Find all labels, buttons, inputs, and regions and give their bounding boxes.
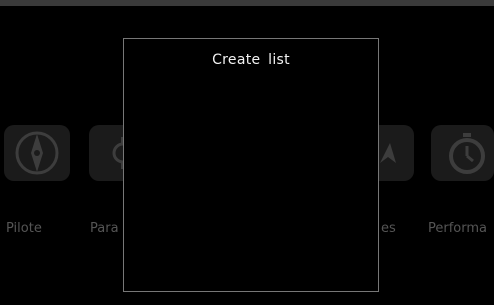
create-list-dialog[interactable]: Create list	[123, 38, 379, 292]
dialog-title: Create list	[212, 52, 290, 68]
screen: Pilote Para es Performa Create list	[0, 0, 494, 305]
app-tile	[4, 125, 70, 181]
app-label: Para	[90, 221, 119, 236]
app-label: Pilote	[6, 221, 42, 236]
app-performance[interactable]: Performa	[428, 125, 494, 236]
app-tile	[431, 125, 494, 181]
app-label: Performa	[428, 221, 487, 236]
app-label: es	[381, 221, 396, 236]
app-pilote[interactable]: Pilote	[4, 125, 70, 236]
